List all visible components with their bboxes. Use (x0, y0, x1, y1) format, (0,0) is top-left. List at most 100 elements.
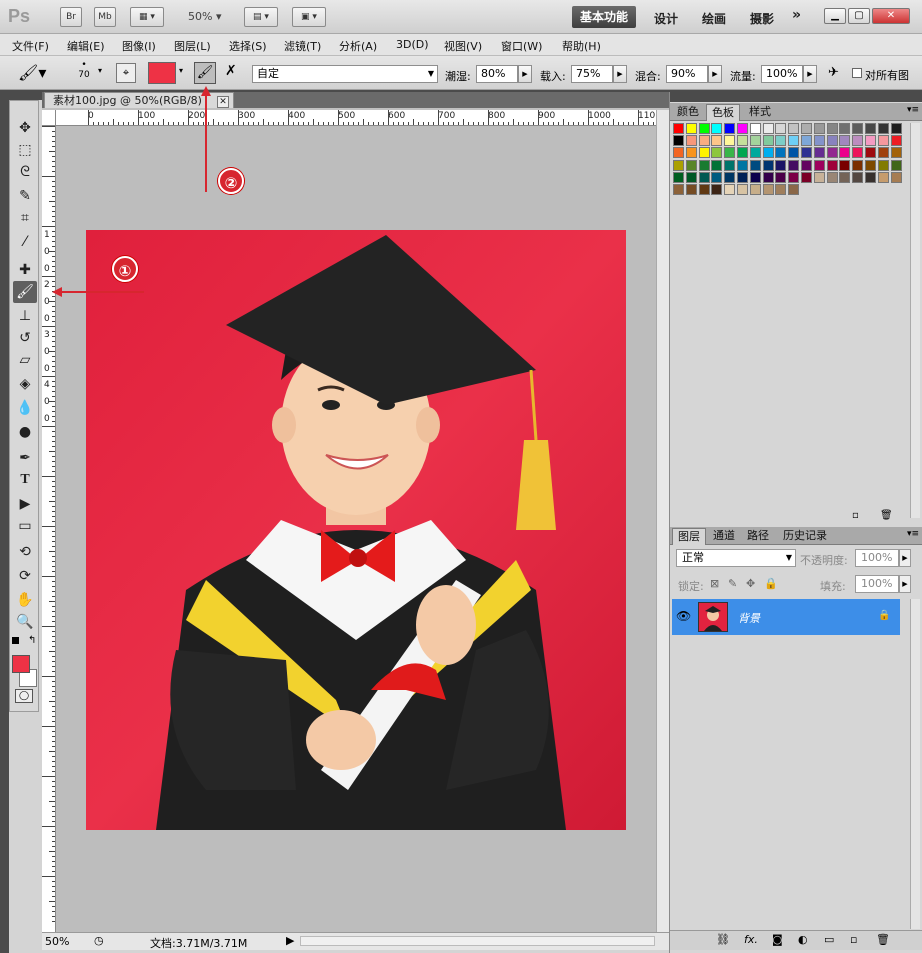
color-swatch[interactable] (852, 123, 864, 134)
color-swatch[interactable] (698, 135, 710, 147)
color-swatch[interactable] (737, 159, 748, 171)
vertical-scrollbar[interactable] (656, 110, 669, 932)
color-swatch[interactable] (865, 171, 876, 183)
panel-menu-icon[interactable]: ▾≡ (907, 105, 919, 115)
color-swatch[interactable] (762, 171, 774, 183)
color-swatch[interactable] (852, 135, 864, 147)
color-swatch[interactable] (877, 147, 889, 159)
lock-position-icon[interactable]: ✥ (746, 577, 755, 590)
color-swatch[interactable] (711, 171, 723, 183)
adjustment-layer-icon[interactable]: ◐ (798, 933, 808, 946)
color-swatch[interactable] (673, 123, 684, 134)
color-swatch[interactable] (852, 147, 864, 159)
color-swatch[interactable] (685, 159, 697, 171)
color-swatch[interactable] (737, 184, 748, 195)
color-swatch[interactable] (890, 135, 902, 147)
color-swatch[interactable] (698, 184, 710, 195)
color-swatch[interactable] (698, 123, 710, 134)
fill-slider-arrow[interactable]: ▶ (899, 575, 911, 593)
color-swatch[interactable] (839, 147, 851, 159)
color-swatch[interactable] (685, 123, 697, 134)
delete-swatch-icon[interactable]: 🗑 (880, 510, 893, 521)
color-swatch[interactable] (877, 135, 889, 147)
color-swatch[interactable] (724, 147, 736, 159)
color-swatch[interactable] (737, 171, 748, 183)
color-swatch[interactable] (890, 123, 902, 134)
color-swatch[interactable] (826, 147, 838, 159)
tab-history[interactable]: 历史记录 (778, 528, 832, 545)
layers-panel-menu-icon[interactable]: ▾≡ (907, 529, 919, 539)
horizontal-scrollbar[interactable] (300, 936, 655, 946)
lock-transparent-icon[interactable]: ⊠ (710, 577, 719, 590)
color-swatch[interactable] (877, 159, 889, 171)
color-swatch[interactable] (673, 184, 684, 195)
opacity-input[interactable]: 100% (855, 549, 899, 567)
color-swatch[interactable] (762, 135, 774, 147)
status-menu-arrow-icon[interactable]: ▶ (286, 934, 294, 947)
color-swatch[interactable] (839, 135, 851, 147)
color-swatch[interactable] (749, 184, 761, 195)
color-swatch[interactable] (775, 171, 787, 183)
color-swatch[interactable] (762, 147, 774, 159)
link-layers-icon[interactable]: ⛓ (716, 933, 730, 946)
color-swatch[interactable] (775, 159, 787, 171)
color-swatch[interactable] (826, 135, 838, 147)
color-swatch[interactable] (775, 147, 787, 159)
tab-channels[interactable]: 通道 (708, 528, 740, 545)
color-swatch[interactable] (711, 147, 723, 159)
layers-scrollbar[interactable] (910, 599, 920, 929)
color-swatch[interactable] (775, 135, 787, 147)
color-swatch[interactable] (813, 147, 825, 159)
color-swatch[interactable] (711, 159, 723, 171)
color-swatch[interactable] (865, 135, 876, 147)
color-swatch[interactable] (839, 159, 851, 171)
color-swatch[interactable] (711, 184, 723, 195)
color-swatch[interactable] (852, 159, 864, 171)
color-swatch[interactable] (698, 159, 710, 171)
color-swatch[interactable] (685, 147, 697, 159)
color-swatch[interactable] (788, 159, 800, 171)
lock-all-icon[interactable]: 🔒 (764, 577, 778, 590)
color-swatch[interactable] (724, 159, 736, 171)
color-swatch[interactable] (749, 171, 761, 183)
color-swatch[interactable] (724, 135, 736, 147)
status-zoom[interactable]: 50% (45, 935, 69, 948)
tab-paths[interactable]: 路径 (742, 528, 774, 545)
color-swatch[interactable] (813, 123, 825, 134)
color-swatch[interactable] (711, 135, 723, 147)
color-swatch[interactable] (801, 159, 812, 171)
color-swatch[interactable] (673, 171, 684, 183)
color-swatch[interactable] (711, 123, 723, 134)
color-swatch[interactable] (737, 147, 748, 159)
color-swatch[interactable] (839, 171, 851, 183)
color-swatch[interactable] (724, 123, 736, 134)
tab-layers[interactable]: 图层 (672, 528, 706, 545)
color-swatch[interactable] (788, 184, 800, 195)
color-swatch[interactable] (775, 123, 787, 134)
color-swatch[interactable] (801, 135, 812, 147)
tab-swatches[interactable]: 色板 (706, 104, 740, 121)
color-swatch[interactable] (724, 184, 736, 195)
color-swatch[interactable] (788, 123, 800, 134)
swatches-scrollbar[interactable] (910, 123, 920, 518)
opacity-slider-arrow[interactable]: ▶ (899, 549, 911, 567)
color-swatch[interactable] (685, 184, 697, 195)
color-swatch[interactable] (749, 159, 761, 171)
color-swatch[interactable] (877, 123, 889, 134)
color-swatch[interactable] (865, 147, 876, 159)
color-swatch[interactable] (698, 171, 710, 183)
color-swatch[interactable] (801, 147, 812, 159)
color-swatch[interactable] (737, 123, 748, 134)
color-swatch[interactable] (685, 171, 697, 183)
color-swatch[interactable] (775, 184, 787, 195)
color-swatch[interactable] (724, 171, 736, 183)
color-swatch[interactable] (673, 147, 684, 159)
layer-style-fx-icon[interactable]: fx. (744, 933, 758, 946)
color-swatch[interactable] (673, 135, 684, 147)
color-swatch[interactable] (762, 159, 774, 171)
status-info-icon[interactable]: ◷ (94, 934, 104, 947)
color-swatch[interactable] (801, 171, 812, 183)
color-swatch[interactable] (826, 159, 838, 171)
new-group-icon[interactable]: ▭ (824, 933, 834, 946)
delete-layer-icon[interactable]: 🗑 (876, 933, 890, 946)
